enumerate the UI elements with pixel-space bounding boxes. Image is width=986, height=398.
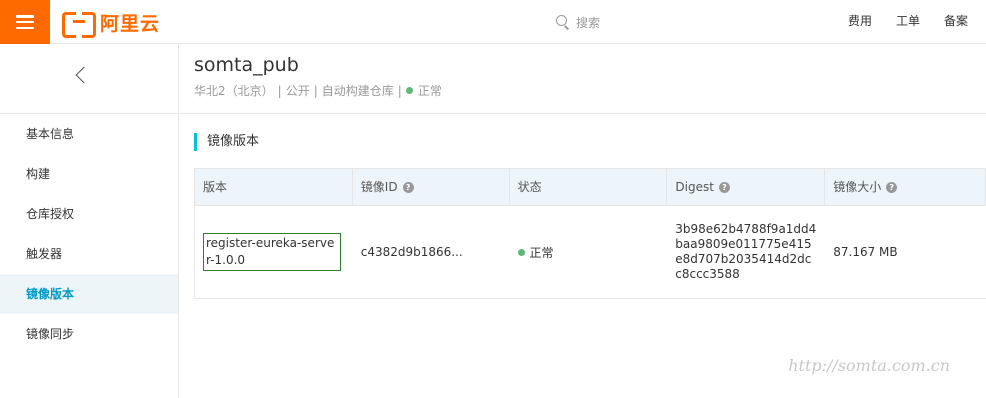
repo-header: somta_pub 华北2（北京） | 公开 | 自动构建仓库 | 正常	[180, 44, 986, 114]
repo-visibility: 公开	[285, 84, 310, 98]
link-ticket[interactable]: 工单	[896, 12, 920, 29]
cell-status: 正常	[510, 206, 668, 298]
repo-name: somta_pub	[194, 54, 299, 76]
column-label: 镜像ID	[360, 180, 398, 194]
sidebar-item-basic-info[interactable]: 基本信息	[0, 114, 178, 154]
logo-text: 阿里云	[100, 12, 161, 35]
repo-build-type: 自动构建仓库	[321, 84, 394, 98]
sidebar-item-repo-auth[interactable]: 仓库授权	[0, 194, 178, 234]
chevron-left-icon	[75, 66, 93, 84]
repo-meta: 华北2（北京） | 公开 | 自动构建仓库 | 正常	[194, 82, 442, 99]
search-box[interactable]: 搜索	[556, 11, 600, 33]
divider: |	[397, 83, 402, 98]
main-content: somta_pub 华北2（北京） | 公开 | 自动构建仓库 | 正常 镜像版…	[180, 44, 986, 398]
repo-status: 正常	[417, 84, 442, 98]
logo-mark-icon	[62, 12, 96, 38]
help-icon[interactable]: ?	[886, 182, 898, 193]
top-bar: 阿里云 搜索 费用 工单 备案	[0, 0, 986, 44]
link-filing[interactable]: 备案	[944, 12, 968, 29]
watermark: http://somta.com.cn	[788, 356, 950, 375]
sidebar-item-trigger[interactable]: 触发器	[0, 234, 178, 274]
back-button[interactable]	[0, 44, 178, 114]
sidebar-item-image-versions[interactable]: 镜像版本	[0, 274, 178, 314]
aliyun-logo[interactable]: 阿里云	[62, 9, 161, 38]
cell-size: 87.167 MB	[833, 245, 898, 259]
sidebar: 基本信息 构建 仓库授权 触发器 镜像版本 镜像同步	[0, 44, 179, 398]
table-header: 版本 镜像ID? 状态 Digest? 镜像大小?	[195, 169, 986, 206]
menu-button[interactable]	[0, 0, 50, 44]
sidebar-item-build[interactable]: 构建	[0, 154, 178, 194]
divider: |	[277, 83, 282, 98]
column-label: 状态	[517, 180, 542, 194]
repo-region: 华北2（北京）	[194, 84, 274, 98]
link-billing[interactable]: 费用	[848, 12, 872, 29]
divider: |	[313, 83, 318, 98]
column-label: 版本	[203, 180, 228, 194]
status-dot-icon	[405, 87, 413, 94]
column-label: 镜像大小	[833, 180, 882, 194]
table-row: register-eureka-server-1.0.0 c4382d9b186…	[195, 206, 986, 298]
column-label: Digest	[675, 180, 714, 194]
sidebar-item-image-sync[interactable]: 镜像同步	[0, 314, 178, 354]
column-header-size: 镜像大小?	[825, 169, 986, 206]
column-header-digest: Digest?	[667, 169, 826, 206]
hamburger-icon	[16, 15, 34, 29]
digest-text: 3b98e62b4788f9a1dd4baa9809e011775e415e8d…	[675, 222, 817, 281]
cell-image-id: c4382d9b1866...	[360, 245, 463, 259]
column-header-version: 版本	[195, 169, 353, 206]
version-tag[interactable]: register-eureka-server-1.0.0	[203, 233, 341, 271]
search-icon	[556, 15, 570, 29]
column-header-status: 状态	[510, 169, 668, 206]
column-header-image-id: 镜像ID?	[353, 169, 510, 206]
cell-version: register-eureka-server-1.0.0	[195, 206, 353, 298]
status-dot-icon	[517, 248, 525, 256]
cell-digest: 3b98e62b4788f9a1dd4baa9809e011775e415e8d…	[667, 206, 825, 298]
status-text: 正常	[529, 245, 554, 260]
search-placeholder: 搜索	[576, 15, 601, 30]
section-title: 镜像版本	[194, 133, 259, 151]
help-icon[interactable]: ?	[718, 182, 730, 193]
help-icon[interactable]: ?	[402, 182, 414, 193]
versions-table: 版本 镜像ID? 状态 Digest? 镜像大小? register-eurek…	[194, 168, 986, 299]
top-links: 费用 工单 备案	[848, 12, 968, 29]
